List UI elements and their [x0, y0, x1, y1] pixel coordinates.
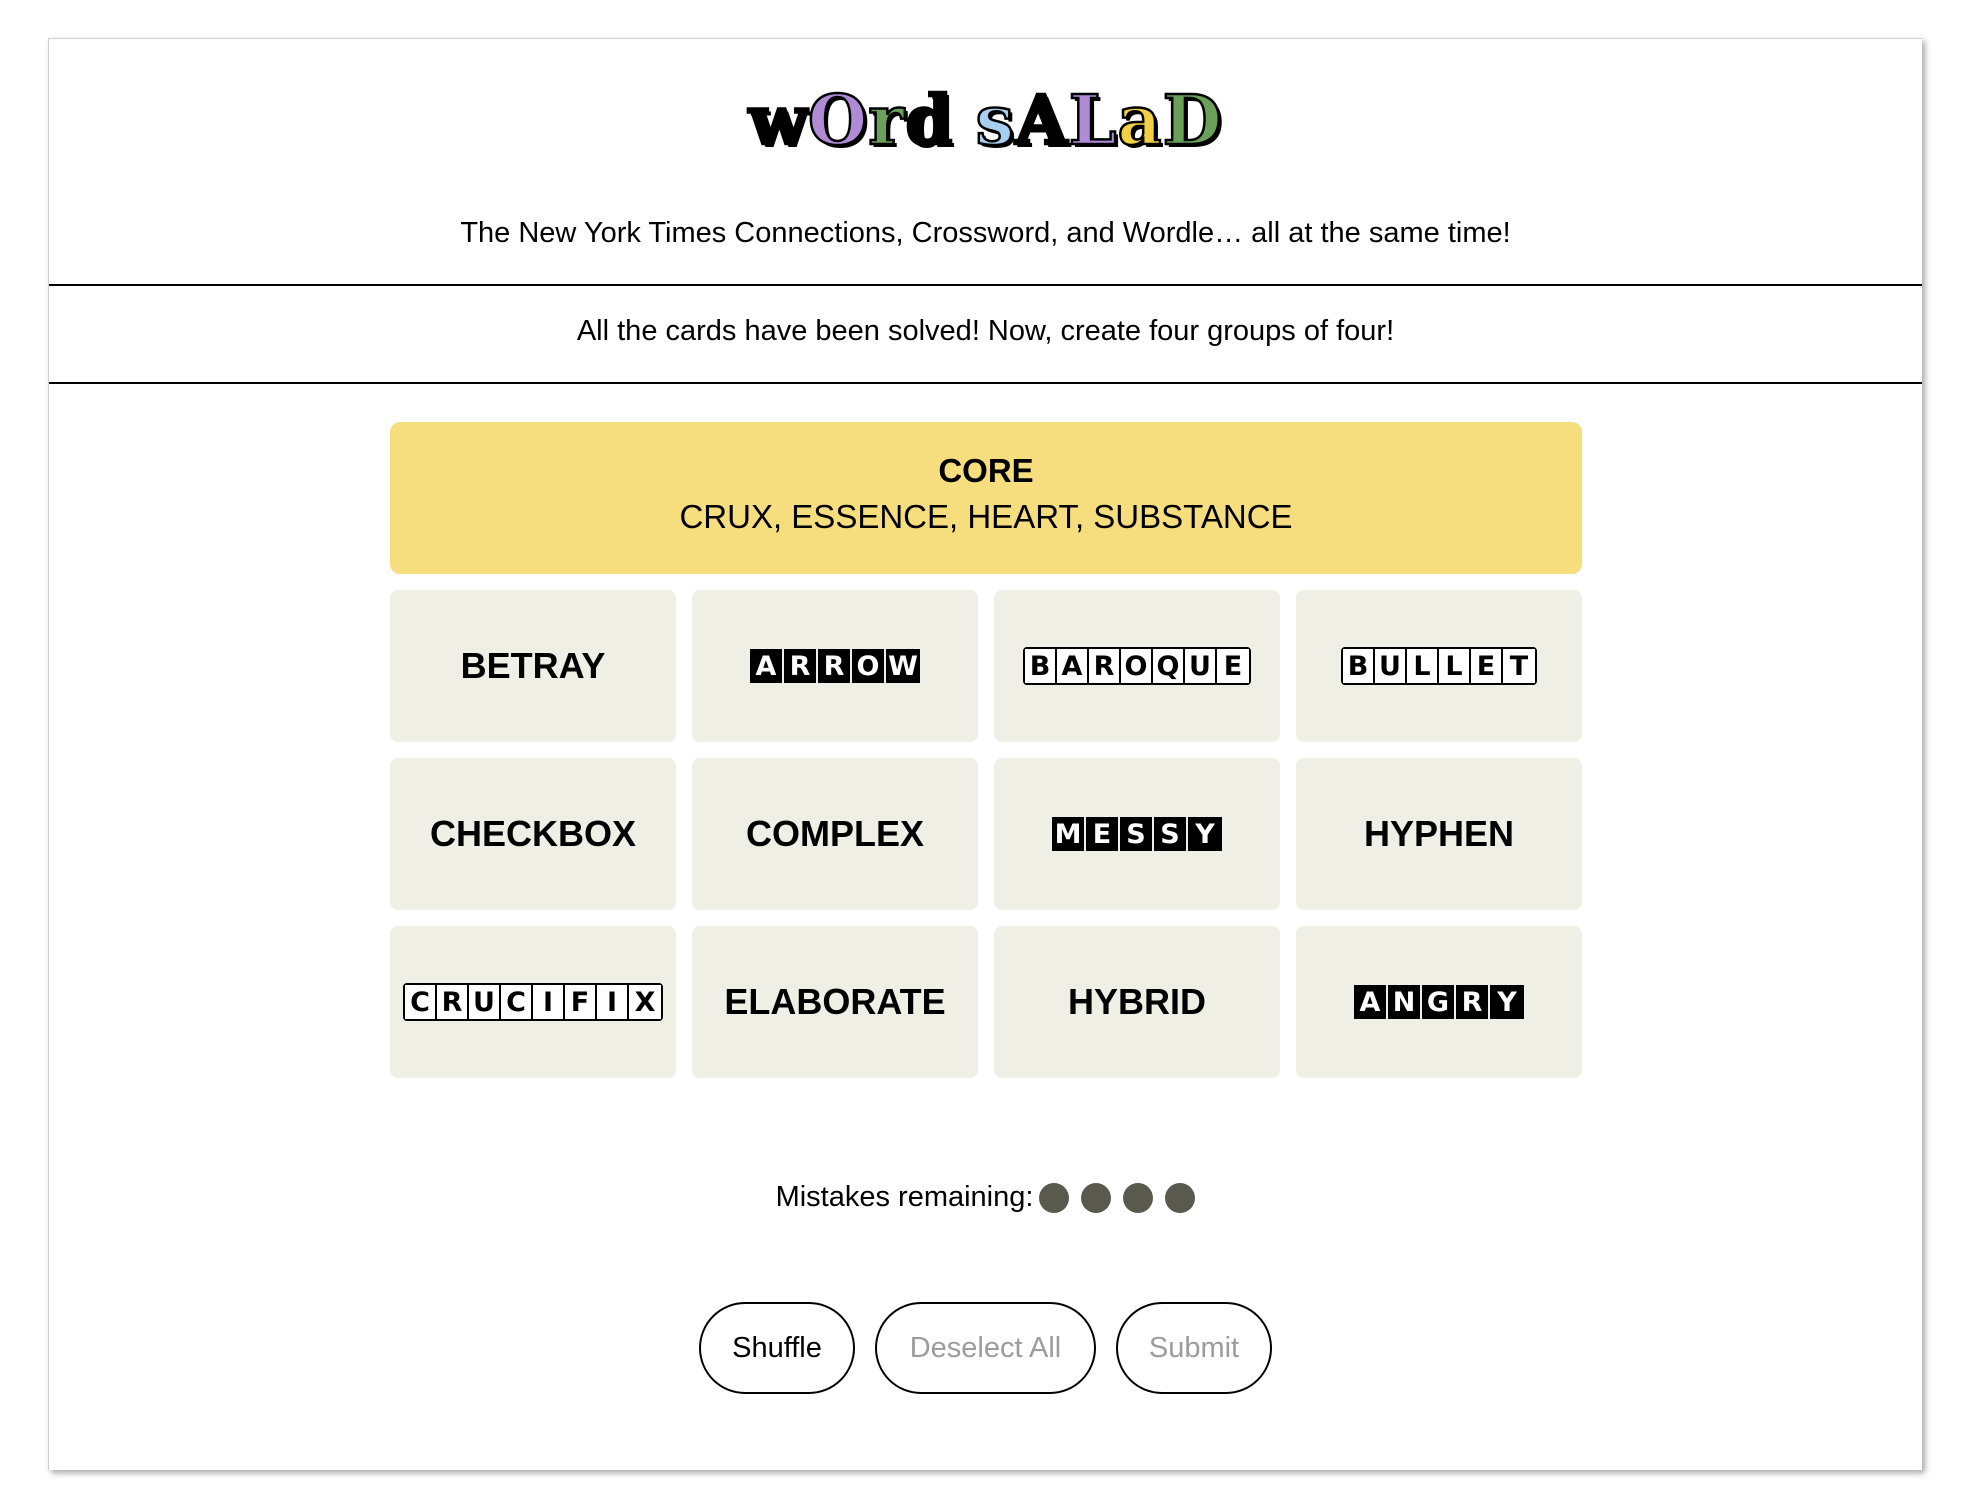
letter-tile: G: [1422, 985, 1456, 1019]
letter-tile: F: [565, 985, 597, 1019]
letter-tile: R: [818, 649, 852, 683]
letter-tile: C: [501, 985, 533, 1019]
mistakes-label: Mistakes remaining:: [775, 1181, 1034, 1213]
letter-tile: R: [437, 985, 469, 1019]
logo-letter: w: [747, 81, 809, 161]
letter-tile: I: [597, 985, 629, 1019]
letter-tile: I: [533, 985, 565, 1019]
logo-letter: O: [807, 81, 869, 161]
letter-tiles: CRUCIFIX: [403, 983, 663, 1021]
letter-tile: A: [1354, 985, 1388, 1019]
divider: [49, 284, 1922, 286]
letter-tile: X: [629, 985, 661, 1019]
letter-tile: B: [1343, 649, 1375, 683]
card-word: CHECKBOX: [429, 813, 636, 854]
card-word: COMPLEX: [745, 813, 924, 854]
letter-tile: A: [750, 649, 784, 683]
mistake-dots: [1039, 1182, 1196, 1213]
word-card[interactable]: ELABORATE: [692, 926, 978, 1078]
letter-tile: M: [1052, 817, 1086, 851]
letter-tile: L: [1439, 649, 1471, 683]
logo-letter: a: [1116, 81, 1163, 161]
word-card[interactable]: BULLET: [1296, 590, 1582, 742]
subtitle: The New York Times Connections, Crosswor…: [460, 217, 1511, 249]
letter-tiles: MESSY: [1052, 817, 1222, 851]
letter-tile: E: [1217, 649, 1249, 683]
letter-tile: U: [469, 985, 501, 1019]
divider: [49, 382, 1922, 384]
word-card[interactable]: COMPLEX: [692, 758, 978, 910]
logo-letter: s: [974, 81, 1015, 161]
card-word: ELABORATE: [724, 981, 946, 1022]
word-card[interactable]: BETRAY: [390, 590, 676, 742]
letter-tile: S: [1154, 817, 1188, 851]
word-card[interactable]: ANGRY: [1296, 926, 1582, 1078]
shuffle-button[interactable]: Shuffle: [699, 1302, 855, 1394]
letter-tiles: BAROQUE: [1023, 647, 1251, 685]
letter-tile: R: [1089, 649, 1121, 683]
card-grid: BETRAY A R R O W B A R O Q U E B U L L E T CHECKBOX COMPLEX M…: [390, 590, 1582, 1078]
word-card[interactable]: HYPHEN: [1296, 758, 1582, 910]
letter-tile: R: [784, 649, 818, 683]
word-card[interactable]: BAROQUE: [994, 590, 1280, 742]
letter-tile: S: [1120, 817, 1154, 851]
solved-group-banner: CORE CRUX, ESSENCE, HEART, SUBSTANCE: [390, 422, 1582, 574]
letter-tiles: BULLET: [1341, 647, 1537, 685]
mistake-dot: [1039, 1182, 1070, 1213]
solved-group-words: CRUX, ESSENCE, HEART, SUBSTANCE: [679, 498, 1293, 535]
letter-tiles: ARROW: [750, 649, 920, 683]
action-buttons: Shuffle Deselect All Submit: [49, 1302, 1922, 1394]
mistakes-remaining: Mistakes remaining:: [49, 1181, 1922, 1214]
status-message: All the cards have been solved! Now, cre…: [576, 315, 1395, 347]
letter-tile: Y: [1490, 985, 1524, 1019]
letter-tile: O: [1121, 649, 1153, 683]
app-logo: wOrd sALaD: [49, 81, 1922, 161]
mistake-dot: [1081, 1182, 1112, 1213]
card-word: BETRAY: [460, 645, 606, 686]
letter-tile: Y: [1188, 817, 1222, 851]
letter-tile: Q: [1153, 649, 1185, 683]
solved-group-category: CORE: [938, 452, 1034, 489]
app-frame: wOrd sALaD The New York Times Connections…: [48, 38, 1922, 1470]
submit-button[interactable]: Submit: [1116, 1302, 1272, 1394]
letter-tile: U: [1185, 649, 1217, 683]
letter-tile: W: [886, 649, 920, 683]
letter-tile: N: [1388, 985, 1422, 1019]
logo-letter: L: [1067, 81, 1118, 161]
card-word: HYBRID: [1067, 981, 1206, 1022]
letter-tile: A: [1057, 649, 1089, 683]
deselect-all-button[interactable]: Deselect All: [875, 1302, 1096, 1394]
letter-tile: E: [1471, 649, 1503, 683]
letter-tile: R: [1456, 985, 1490, 1019]
word-card[interactable]: HYBRID: [994, 926, 1280, 1078]
logo-letter: D: [1161, 81, 1223, 161]
letter-tile: T: [1503, 649, 1535, 683]
letter-tile: O: [852, 649, 886, 683]
letter-tile: E: [1086, 817, 1120, 851]
letter-tile: C: [405, 985, 437, 1019]
letter-tile: U: [1375, 649, 1407, 683]
word-card[interactable]: ARROW: [692, 590, 978, 742]
card-word: HYPHEN: [1363, 813, 1515, 854]
letter-tile: B: [1025, 649, 1057, 683]
letter-tiles: ANGRY: [1354, 985, 1524, 1019]
logo-letter: A: [1014, 81, 1069, 161]
mistake-dot: [1165, 1182, 1196, 1213]
letter-tile: L: [1407, 649, 1439, 683]
word-card[interactable]: MESSY: [994, 758, 1280, 910]
mistake-dot: [1123, 1182, 1154, 1213]
word-card[interactable]: CRUCIFIX: [390, 926, 676, 1078]
logo-letter: r: [867, 81, 906, 161]
word-card[interactable]: CHECKBOX: [390, 758, 676, 910]
logo-letter: d: [904, 81, 954, 161]
